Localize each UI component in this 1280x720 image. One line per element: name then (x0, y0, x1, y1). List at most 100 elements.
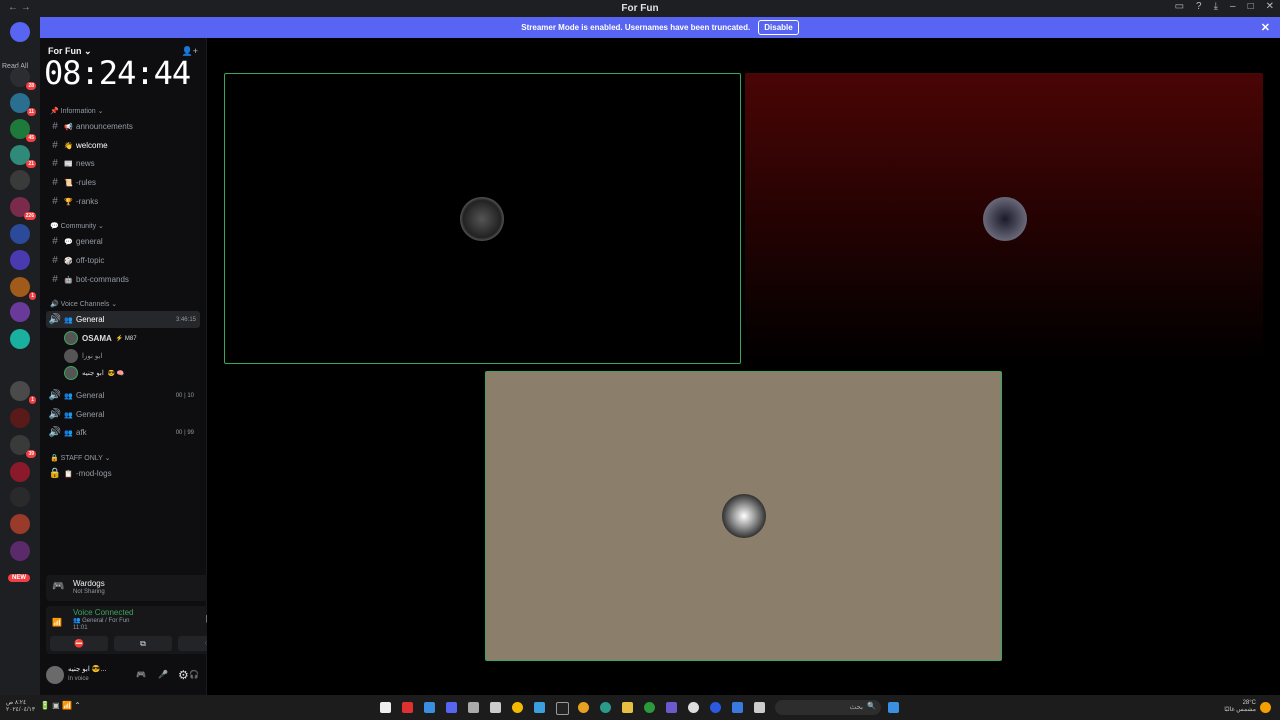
mention-badge: 39 (26, 450, 36, 458)
voice-time: 11:01 (73, 625, 88, 631)
microphone-icon[interactable]: 🎤 (158, 670, 168, 679)
channel-ranks[interactable]: # 🏆 -ranks (46, 193, 200, 210)
minimize-icon[interactable]: – (1230, 1, 1236, 12)
server-icon[interactable] (10, 224, 30, 244)
signal-icon[interactable]: 📶 (52, 618, 62, 627)
store-icon[interactable] (732, 702, 743, 713)
activity-status: Not Sharing (73, 589, 105, 595)
server-icon[interactable] (10, 462, 30, 482)
server-icon[interactable]: 1 (10, 381, 36, 404)
banner-close-icon[interactable]: ✕ (1261, 21, 1270, 34)
server-icon[interactable]: 28 (10, 67, 36, 90)
discord-home-icon[interactable] (10, 22, 30, 42)
voice-channel-general[interactable]: 🔊 👥 General (46, 406, 200, 423)
participant-avatar (983, 197, 1027, 241)
tray-icons[interactable]: 🔋 ▣ 📶 ⌃ (40, 701, 81, 710)
steam-icon[interactable] (688, 702, 699, 713)
windows-start-icon[interactable] (888, 702, 899, 713)
mention-badge: 21 (26, 160, 36, 168)
app-icon[interactable] (380, 702, 391, 713)
download-icon[interactable]: ⤓ (1214, 1, 1218, 12)
app-icon[interactable] (402, 702, 413, 713)
taskbar-search[interactable]: بحث 🔍 (775, 700, 881, 715)
app-icon[interactable] (490, 702, 501, 713)
server-icon[interactable] (10, 408, 30, 428)
server-icon[interactable] (10, 514, 30, 534)
disable-button[interactable]: Disable (758, 20, 799, 35)
voice-status: Voice Connected (73, 608, 134, 617)
xbox-icon[interactable] (644, 702, 655, 713)
weather-widget[interactable]: 28°C مشمس غالبًا (1224, 700, 1256, 714)
speaker-icon: 🔊 (48, 427, 62, 438)
video-tile-speaking[interactable] (224, 73, 741, 364)
weather-sun-icon[interactable] (1260, 702, 1271, 713)
voice-channel-info[interactable]: 👥 General / For Fun (73, 617, 130, 624)
participant-avatar (460, 197, 504, 241)
category-community[interactable]: 💬 Community ⌄ (50, 222, 104, 230)
video-tile-speaking[interactable] (485, 371, 1002, 661)
app-icon[interactable] (710, 702, 721, 713)
app-icon[interactable] (534, 702, 545, 713)
close-window-icon[interactable]: ✕ (1266, 1, 1274, 12)
server-icon[interactable]: 11 (10, 93, 36, 116)
channel-mod-logs[interactable]: 🔒 📋 -mod-logs (46, 465, 200, 482)
windows-taskbar: ٨:٢٤ ص ٢٠٢٤/٠٤/١٣ 🔋 ▣ 📶 ⌃ بحث 🔍 28°C مشمس غ… (0, 695, 1280, 720)
share-screen-button[interactable]: ⧉ (114, 636, 172, 651)
channel-general[interactable]: # 💬 general (46, 233, 200, 250)
voice-channel-afk[interactable]: 🔊 👥 afk 00 | 99 (46, 424, 200, 441)
server-icon[interactable]: 226 (10, 197, 36, 220)
category-voice[interactable]: 🔊 Voice Channels ⌄ (50, 300, 117, 308)
app-icon[interactable] (754, 702, 765, 713)
server-icon[interactable] (10, 329, 30, 349)
teams-icon[interactable] (666, 702, 677, 713)
inbox-icon[interactable]: ▭ (1175, 1, 1184, 12)
edge-icon[interactable] (600, 702, 611, 713)
server-icon[interactable]: 1 (10, 277, 36, 300)
voice-member[interactable]: ابو نورا (64, 348, 102, 364)
channel-off-topic[interactable]: # 🎲 off-topic (46, 252, 200, 269)
app-icon[interactable] (512, 702, 523, 713)
category-information[interactable]: 📌 Information ⌄ (50, 107, 104, 115)
app-icon[interactable] (468, 702, 479, 713)
voice-member[interactable]: ابو جنيه 😎 🧠 (64, 365, 124, 381)
voice-stage (207, 38, 1280, 695)
game-icon[interactable]: 🎮 (136, 670, 146, 679)
channel-announcements[interactable]: # 📢 announcements (46, 118, 200, 135)
settings-gear-icon[interactable]: ⚙ (178, 668, 189, 682)
hash-icon: # (52, 158, 58, 169)
video-tile[interactable] (745, 73, 1263, 363)
server-icon[interactable] (10, 250, 30, 270)
channel-bot-commands[interactable]: # 🤖 bot-commands (46, 271, 200, 288)
help-icon[interactable]: ? (1196, 1, 1202, 12)
browser-icon[interactable] (424, 702, 435, 713)
chrome-icon[interactable] (578, 702, 589, 713)
voice-channel-general[interactable]: 🔊 👥 General 00 | 10 (46, 387, 200, 404)
server-icon[interactable] (10, 170, 30, 190)
server-icon[interactable] (10, 302, 30, 322)
maximize-icon[interactable]: □ (1248, 1, 1254, 12)
server-icon[interactable] (10, 541, 30, 561)
taskbar-clock[interactable]: ٨:٢٤ ص ٢٠٢٤/٠٤/١٣ (6, 700, 35, 714)
discord-icon[interactable] (446, 702, 457, 713)
game-controller-icon: 🎮 (52, 581, 65, 592)
app-icon[interactable] (556, 702, 569, 715)
voice-member[interactable]: OSAMA ⚡ M87 (64, 330, 137, 346)
title-bar: ← → For Fun ▭ ? ⤓ – □ ✕ (0, 0, 1280, 17)
hash-icon: # (52, 177, 58, 188)
server-icon[interactable]: 45 (10, 119, 36, 142)
avatar[interactable] (46, 666, 64, 684)
camera-off-button[interactable]: ⛔ (50, 636, 108, 651)
headphones-icon[interactable]: 🎧 (189, 670, 199, 679)
hash-icon: # (52, 255, 58, 266)
file-explorer-icon[interactable] (622, 702, 633, 713)
lock-icon: 🔒 (48, 468, 62, 479)
server-icon[interactable]: 39 (10, 435, 36, 458)
hash-icon: # (52, 236, 58, 247)
voice-channel-general-active[interactable]: 🔊 👥 General 3:46:15 (46, 311, 200, 328)
server-icon[interactable] (10, 487, 30, 507)
server-icon[interactable]: 21 (10, 145, 36, 168)
channel-welcome[interactable]: # 👋 welcome (46, 137, 200, 154)
channel-rules[interactable]: # 📜 -rules (46, 174, 200, 191)
category-staff[interactable]: 🔒 STAFF ONLY ⌄ (50, 454, 111, 462)
channel-news[interactable]: # 📰 news (46, 155, 200, 172)
